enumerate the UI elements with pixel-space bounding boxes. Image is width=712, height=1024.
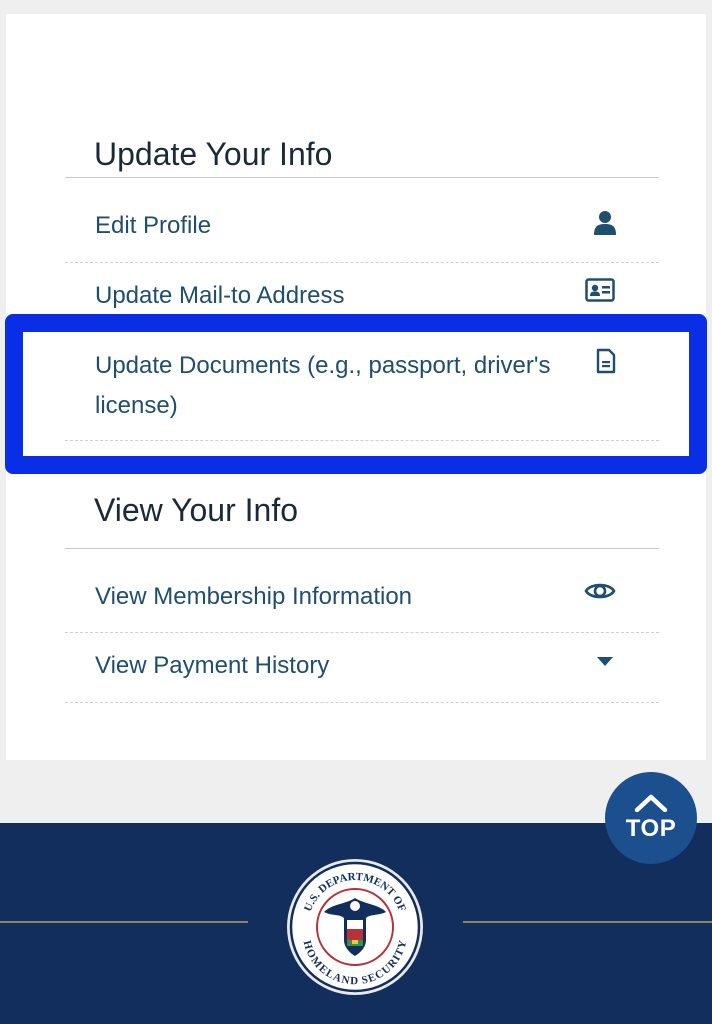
item-divider: [65, 262, 659, 263]
update-your-info-heading: Update Your Info: [94, 136, 333, 172]
view-your-info-heading: View Your Info: [94, 492, 299, 528]
view-membership-information-link[interactable]: View Membership Information: [95, 577, 412, 617]
eye-icon: [583, 578, 617, 604]
id-card-icon: [584, 277, 616, 303]
item-divider: [65, 702, 659, 703]
document-icon: [594, 346, 618, 376]
back-to-top-label: TOP: [625, 814, 677, 842]
item-divider: [65, 632, 659, 633]
update-documents-link[interactable]: Update Documents (e.g., passport, driver…: [95, 346, 595, 426]
account-menu-card: Update Your Info Edit Profile Update Mai…: [6, 14, 706, 760]
section-divider: [65, 177, 659, 178]
chevron-up-icon: [634, 794, 668, 817]
footer-divider-right: [463, 921, 712, 923]
footer-divider-left: [0, 921, 248, 923]
section-divider: [65, 548, 659, 549]
item-divider: [65, 440, 659, 441]
caret-down-icon[interactable]: [594, 654, 616, 668]
view-payment-history-link[interactable]: View Payment History: [95, 646, 329, 686]
update-mail-to-address-link[interactable]: Update Mail-to Address: [95, 276, 344, 316]
edit-profile-link[interactable]: Edit Profile: [95, 206, 211, 246]
dhs-seal-icon: U.S. DEPARTMENT OF HOMELAND SECURITY: [286, 858, 424, 996]
user-icon: [590, 208, 620, 238]
site-footer: U.S. DEPARTMENT OF HOMELAND SECURITY: [0, 823, 712, 1024]
back-to-top-button[interactable]: TOP: [605, 772, 697, 864]
